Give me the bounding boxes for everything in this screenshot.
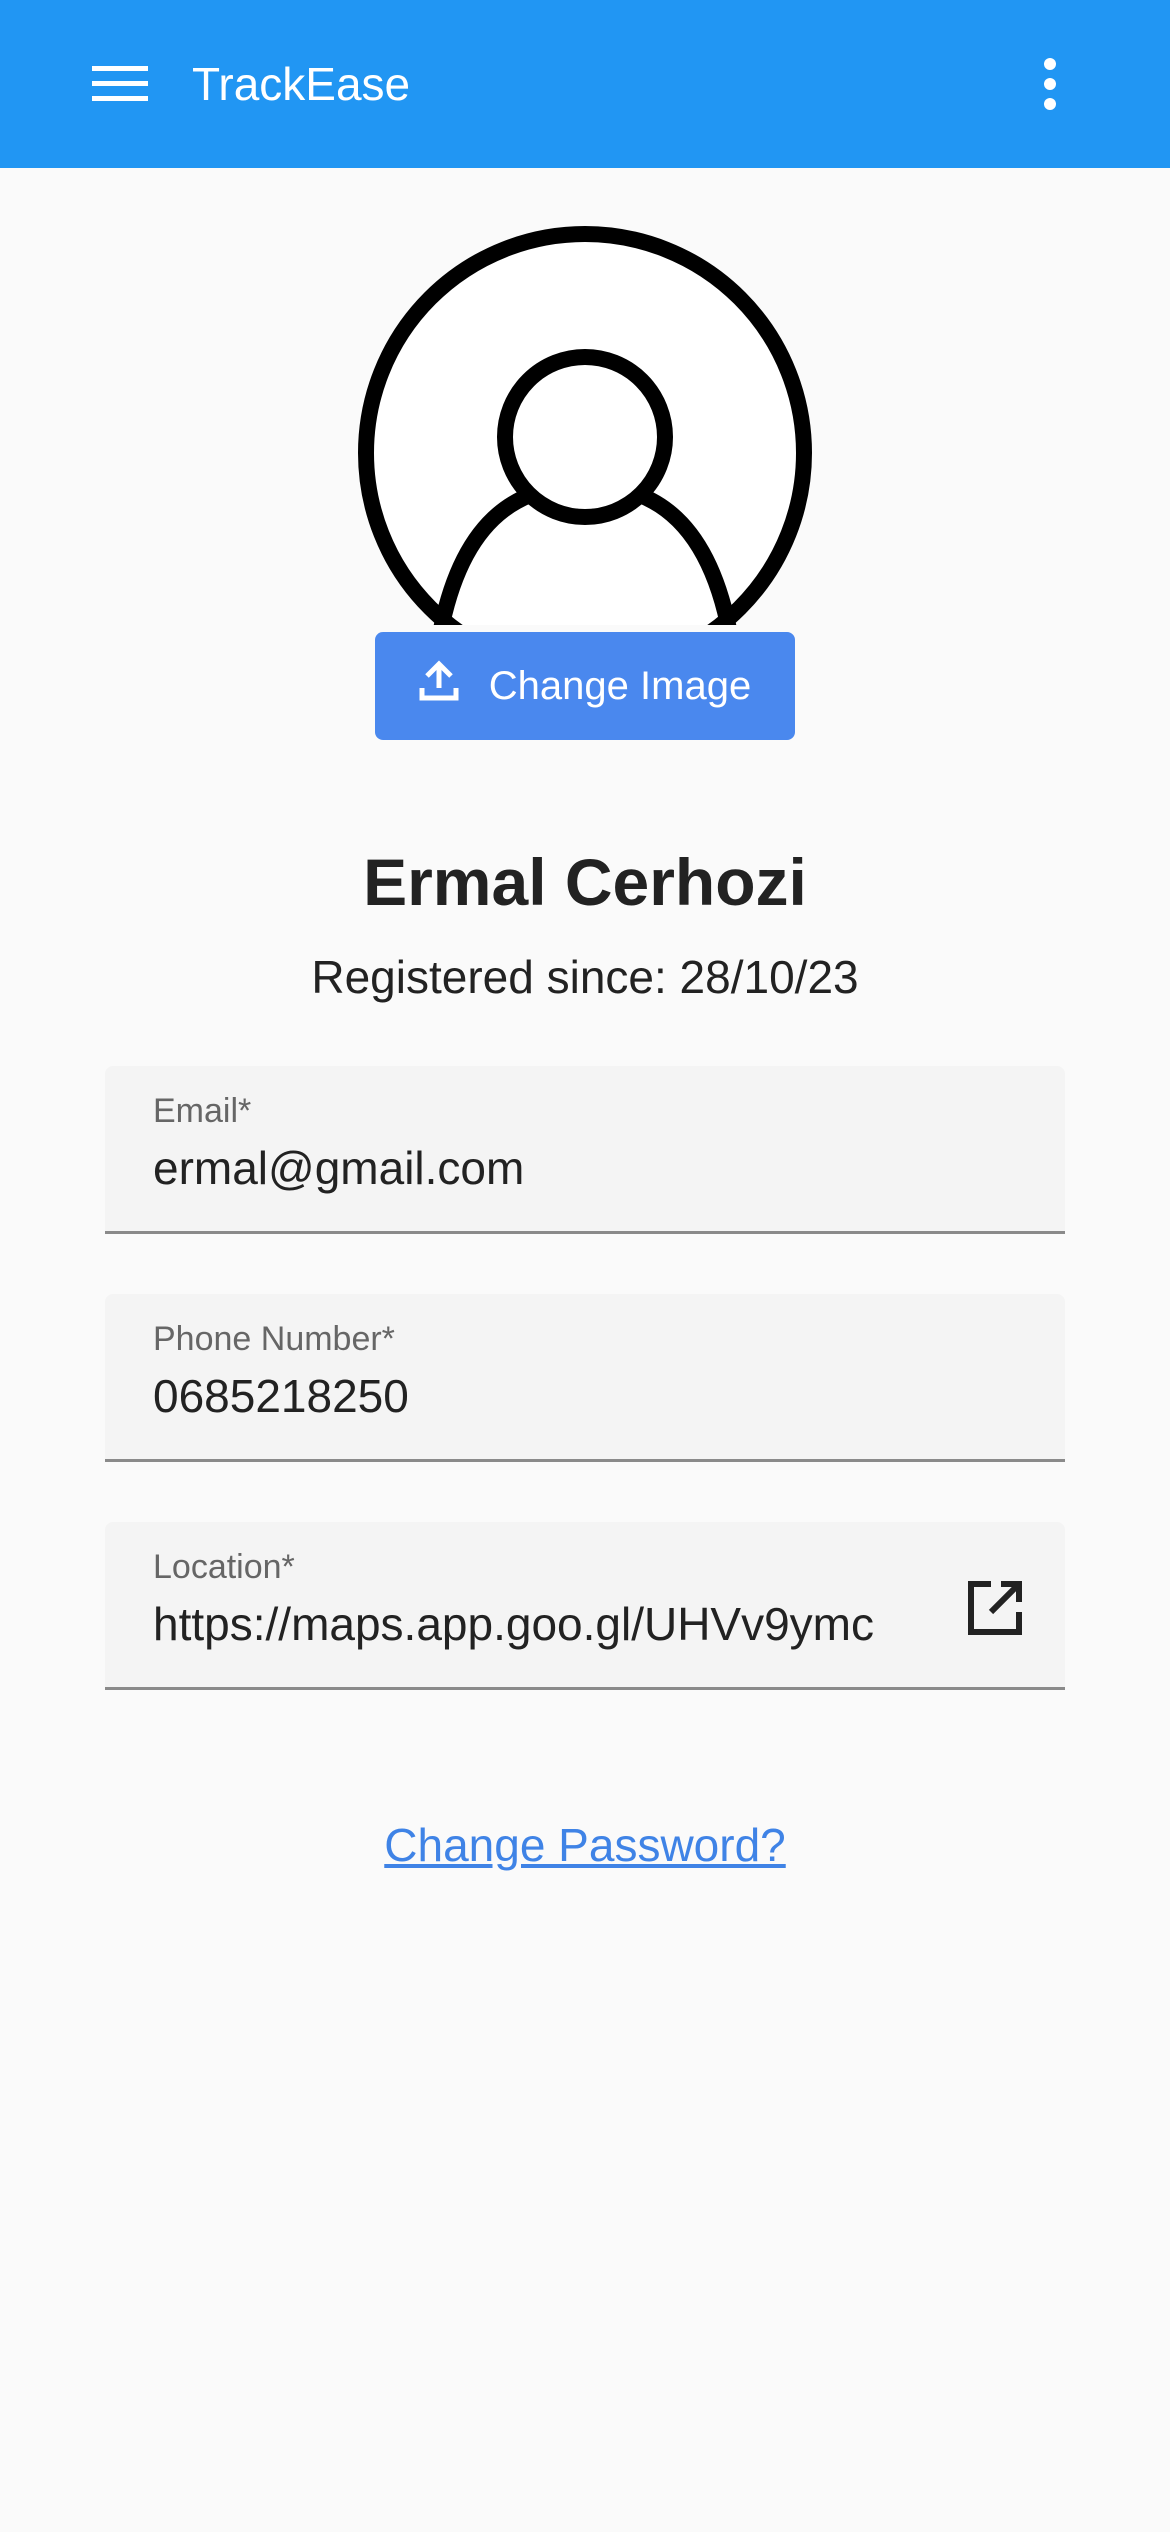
email-input[interactable] [153, 1138, 1013, 1198]
change-image-button[interactable]: Change Image [375, 632, 795, 740]
email-field[interactable]: Email* [105, 1066, 1065, 1234]
open-in-new-icon[interactable] [955, 1568, 1035, 1648]
location-label: Location* [153, 1548, 295, 1586]
hamburger-menu-icon[interactable] [70, 44, 170, 124]
registered-since: Registered since: 28/10/23 [311, 951, 859, 1003]
more-vert-icon[interactable] [1010, 44, 1090, 124]
upload-icon [419, 660, 459, 712]
phone-field[interactable]: Phone Number* [105, 1294, 1065, 1462]
location-input[interactable] [153, 1594, 913, 1654]
phone-input[interactable] [153, 1366, 1013, 1426]
change-password-link-row: Change Password? [0, 1818, 1170, 1872]
user-name: Ermal Cerhozi [363, 845, 807, 919]
change-password-link[interactable]: Change Password? [384, 1819, 785, 1871]
app-title: TrackEase [192, 58, 411, 110]
email-label: Email* [153, 1092, 252, 1130]
change-image-label: Change Image [488, 663, 752, 708]
person-avatar-icon [358, 226, 812, 625]
app-bar: TrackEase [0, 0, 1170, 168]
avatar [358, 226, 812, 625]
phone-label: Phone Number* [153, 1320, 395, 1358]
location-field[interactable]: Location* [105, 1522, 1065, 1690]
